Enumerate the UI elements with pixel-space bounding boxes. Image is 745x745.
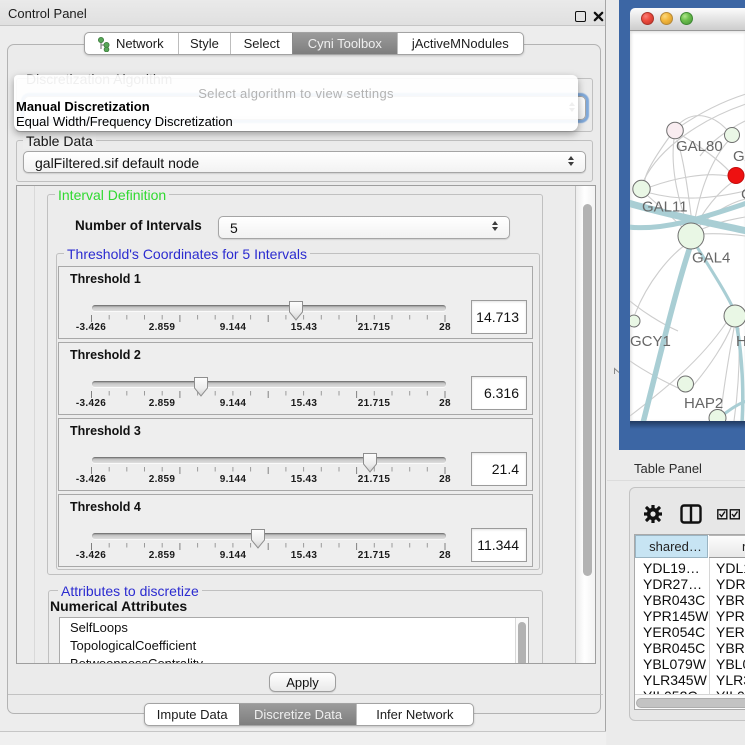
- svg-text:GAL11: GAL11: [642, 199, 688, 216]
- svg-text:HA: HA: [736, 333, 745, 350]
- svg-text:HAP2: HAP2: [684, 395, 723, 412]
- svg-text:GA: GA: [733, 148, 745, 165]
- svg-text:GAL4: GAL4: [692, 250, 730, 267]
- svg-text:GAL80: GAL80: [676, 138, 723, 155]
- svg-text:GCY1: GCY1: [630, 333, 671, 350]
- svg-text:C: C: [741, 186, 745, 203]
